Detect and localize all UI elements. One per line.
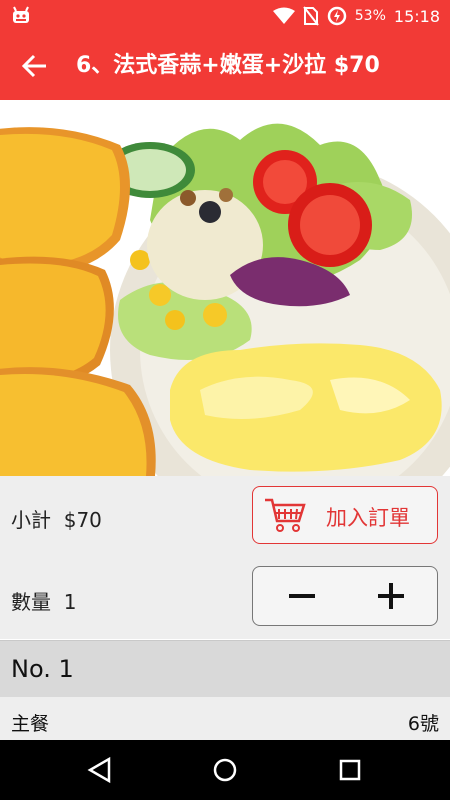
subtotal-text: 小計 $70 [11,504,102,533]
order-section-header: No. 1 [0,640,450,697]
quantity-row: 數量 1 [0,557,450,639]
add-to-order-button[interactable]: 加入訂單 [252,486,438,544]
main-course-label: 主餐 [11,713,50,735]
app-bar: 6、法式香蒜+嫩蛋+沙拉 $70 [0,32,450,100]
add-to-order-label: 加入訂單 [326,506,410,530]
minus-icon[interactable] [279,579,325,613]
recents-square-icon[interactable] [335,755,365,785]
order-number: No. 1 [11,655,74,683]
quantity-stepper [252,566,438,626]
main-course-value: 6號 [407,713,439,735]
android-debug-icon [13,6,29,23]
system-nav-bar [0,740,450,800]
wifi-icon [272,7,295,24]
garlic-toast-eggs-salad-photo [0,100,450,476]
quantity-value: 1 [63,590,77,614]
home-circle-icon[interactable] [210,755,240,785]
quantity-text: 數量 1 [11,586,76,615]
detail-row: 主餐 6號 [0,697,450,740]
page-title: 6、法式香蒜+嫩蛋+沙拉 $70 [76,53,380,78]
battery-percent: 53% [354,8,386,24]
quantity-label: 數量 [11,590,51,614]
dish-photo [0,100,450,476]
arrow-left-icon[interactable] [20,51,50,81]
status-bar: 53% 15:18 [0,0,450,32]
clock: 15:18 [393,6,440,26]
no-sim-icon [302,6,319,26]
subtotal-value: $70 [63,508,102,532]
shopping-cart-icon [265,498,306,532]
subtotal-row: 小計 $70 加入訂單 [0,476,450,557]
subtotal-label: 小計 [11,508,51,532]
plus-icon[interactable] [368,579,414,613]
battery-saver-icon [327,6,347,26]
back-triangle-icon[interactable] [85,755,115,785]
